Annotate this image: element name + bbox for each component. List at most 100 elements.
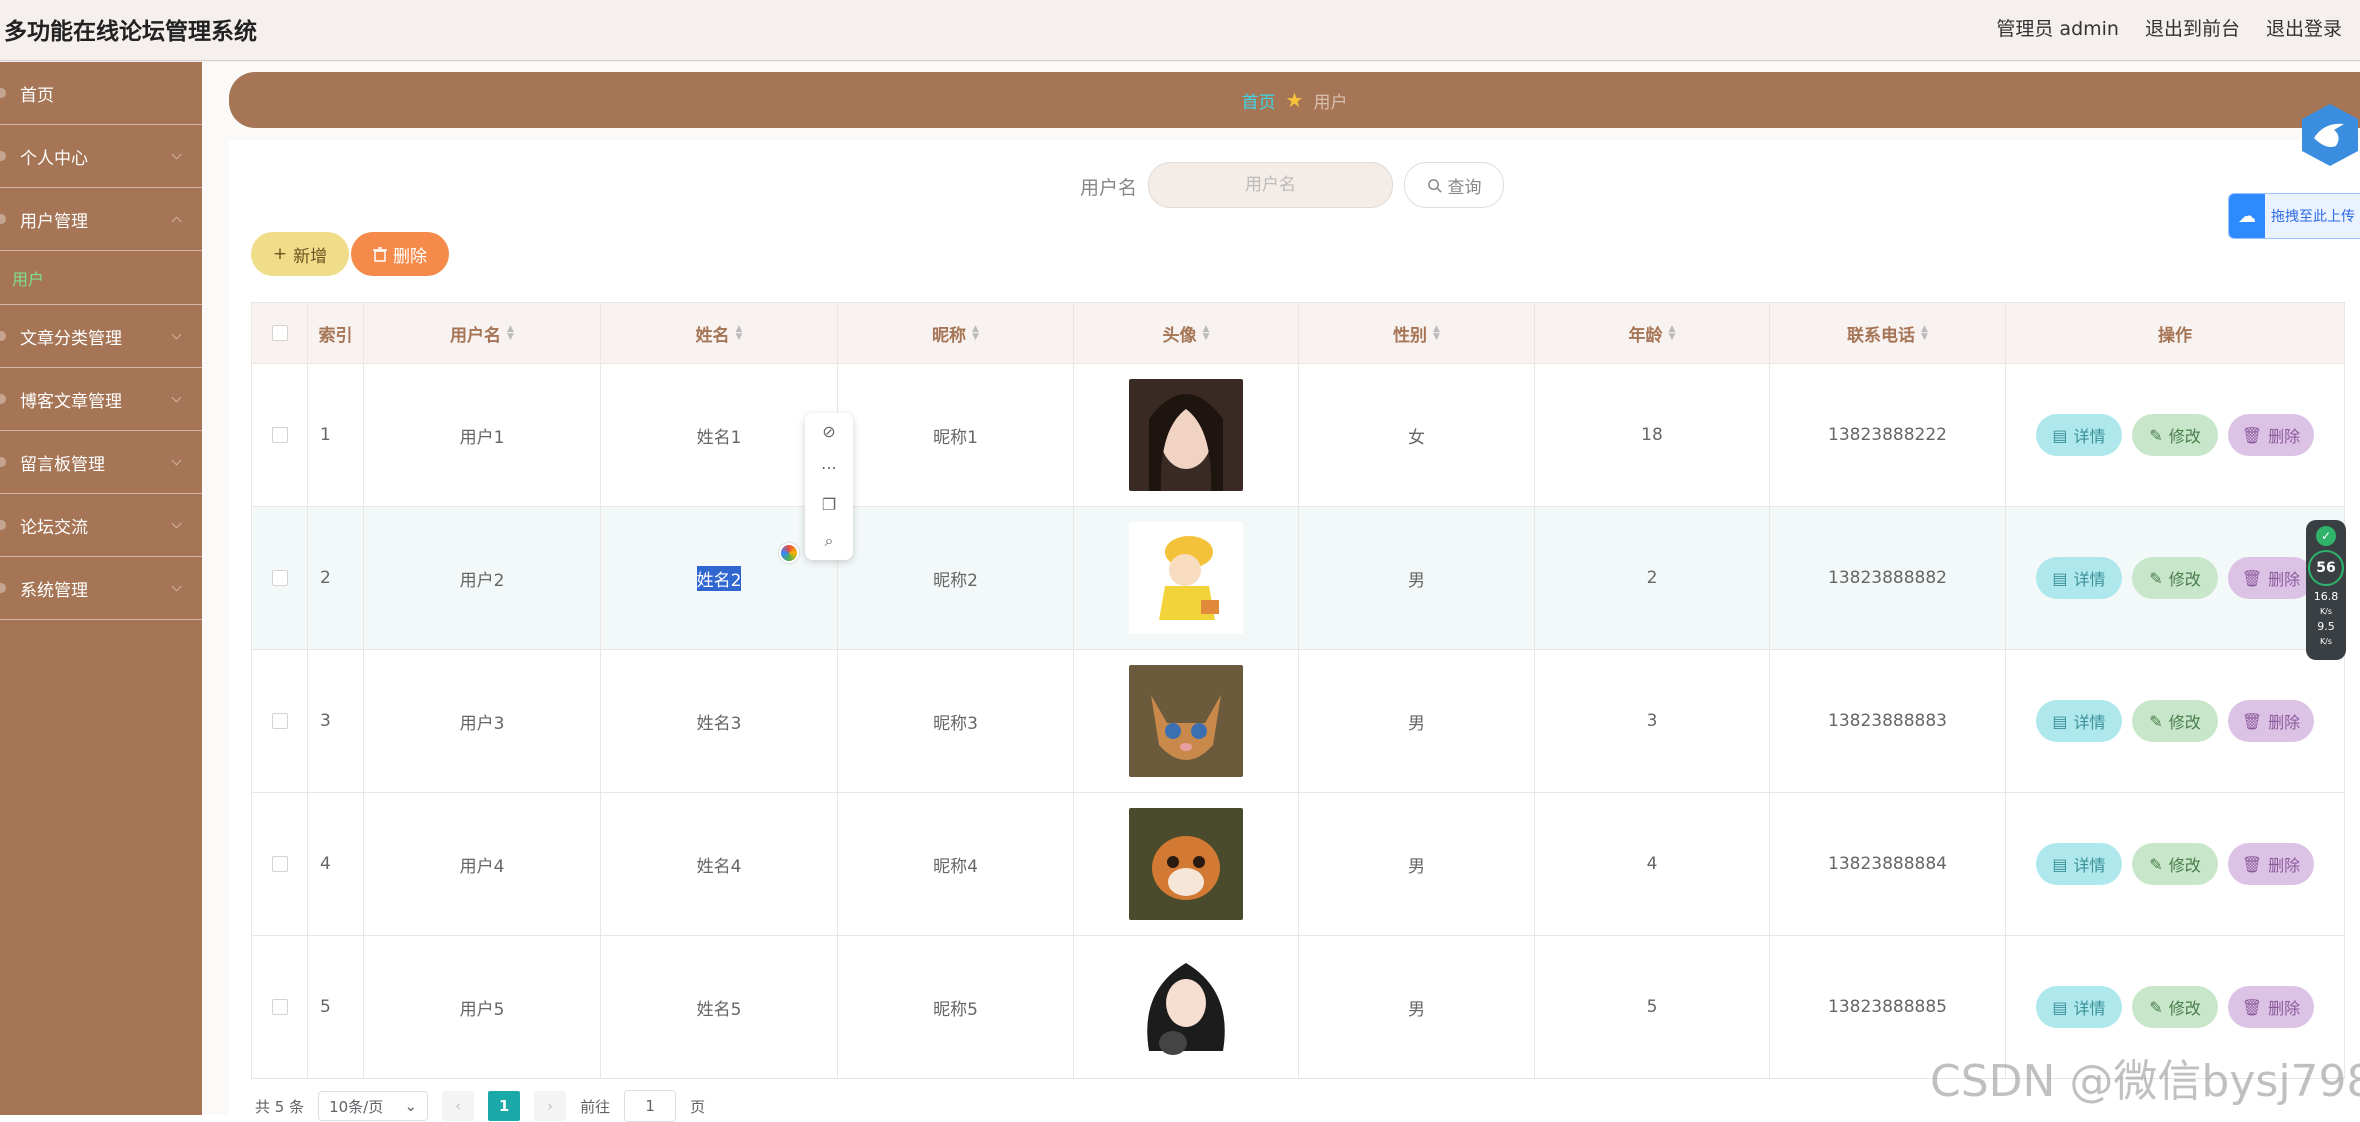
row-index: 3	[308, 650, 364, 792]
table-row: 1 用户1 姓名1 昵称1 女 18 13823888222 ▤ 详情 ✎ 修改 🗑…	[252, 364, 2344, 507]
more-icon[interactable]: ⋯	[821, 458, 837, 477]
home-icon	[0, 88, 6, 98]
detail-button[interactable]: ▤ 详情	[2036, 414, 2122, 456]
cloud-upload-widget[interactable]: ☁ 拖拽至此上传	[2228, 193, 2360, 239]
table-row: 4 用户4 姓名4 昵称4 男 4 13823888884 ▤ 详情 ✎ 修改 🗑 删…	[252, 793, 2344, 936]
detail-button[interactable]: ▤ 详情	[2036, 700, 2122, 742]
batch-delete-button[interactable]: 删除	[351, 232, 449, 276]
copy-icon[interactable]: ❐	[822, 495, 836, 514]
category-icon	[0, 331, 6, 341]
trash-icon: 🗑	[2241, 854, 2263, 874]
row-gender: 男	[1299, 936, 1535, 1078]
goto-front-link[interactable]: 退出到前台	[2145, 14, 2240, 41]
sidebar-subitem-users[interactable]: 用户	[0, 251, 202, 305]
forum-icon	[0, 520, 6, 530]
trash-icon: 🗑	[2241, 711, 2263, 731]
page-number-current[interactable]: 1	[488, 1091, 521, 1121]
trash-icon: 🗑	[2241, 568, 2263, 588]
row-gender: 男	[1299, 793, 1535, 935]
row-checkbox[interactable]	[271, 713, 288, 729]
prev-page-button[interactable]: ‹	[442, 1091, 475, 1121]
goto-page-input[interactable]: 1	[624, 1090, 677, 1122]
row-phone: 13823888883	[1770, 650, 2006, 792]
upload-speed: 16.8	[2313, 590, 2339, 603]
sidebar-item-system[interactable]: 系统管理	[0, 557, 202, 620]
hide-icon[interactable]: ⊘	[822, 422, 835, 441]
search-icon[interactable]: ⌕	[825, 531, 834, 551]
delete-button[interactable]: 🗑 删除	[2228, 414, 2314, 456]
row-checkbox[interactable]	[271, 856, 288, 872]
page-size-select[interactable]: 10条/页 ⌄	[318, 1091, 429, 1121]
sort-icon[interactable]: ▲ ▼	[1433, 325, 1440, 342]
sidebar-item-home[interactable]: 首页	[0, 62, 202, 125]
avatar	[1129, 665, 1243, 777]
network-speed-widget[interactable]: ✓ 56 16.8 K/s 9.5 K/s	[2306, 520, 2346, 660]
header-username[interactable]: 用户名 ▲ ▼	[364, 303, 601, 363]
row-age: 5	[1535, 936, 1770, 1078]
header-age[interactable]: 年龄 ▲ ▼	[1535, 303, 1770, 363]
row-checkbox[interactable]	[271, 427, 288, 443]
sidebar-item-blog-articles[interactable]: 博客文章管理	[0, 368, 202, 431]
header-nickname[interactable]: 昵称 ▲ ▼	[838, 303, 1074, 363]
sidebar-item-profile[interactable]: 个人中心	[0, 125, 202, 188]
goto-suffix: 页	[690, 1097, 706, 1116]
color-picker-icon[interactable]	[779, 543, 799, 563]
row-age: 18	[1535, 364, 1770, 506]
sidebar-item-article-category[interactable]: 文章分类管理	[0, 305, 202, 368]
detail-button[interactable]: ▤ 详情	[2036, 557, 2122, 599]
delete-button[interactable]: 🗑 删除	[2228, 843, 2314, 885]
row-avatar-cell	[1074, 507, 1299, 649]
select-all-checkbox[interactable]	[271, 325, 288, 341]
row-avatar-cell	[1074, 650, 1299, 792]
row-checkbox[interactable]	[271, 999, 288, 1015]
delete-button[interactable]: 🗑 删除	[2228, 700, 2314, 742]
search-button[interactable]: 查询	[1404, 162, 1504, 208]
logout-link[interactable]: 退出登录	[2266, 14, 2342, 41]
row-name: 姓名2	[696, 565, 742, 591]
row-operations: ▤ 详情 ✎ 修改 🗑 删除	[2006, 793, 2344, 935]
sort-icon[interactable]: ▲ ▼	[972, 325, 979, 342]
header-avatar[interactable]: 头像 ▲ ▼	[1074, 303, 1299, 363]
message-icon	[0, 457, 6, 467]
edit-button[interactable]: ✎ 修改	[2132, 414, 2218, 456]
bird-logo-icon[interactable]	[2300, 102, 2360, 168]
chevron-down-icon	[171, 392, 182, 403]
sort-icon[interactable]: ▲ ▼	[507, 325, 514, 342]
edit-button[interactable]: ✎ 修改	[2132, 700, 2218, 742]
header-name[interactable]: 姓名 ▲ ▼	[601, 303, 838, 363]
row-operations: ▤ 详情 ✎ 修改 🗑 删除	[2006, 507, 2344, 649]
username-search-input[interactable]: 用户名	[1148, 162, 1393, 208]
document-icon: ▤	[2052, 425, 2068, 445]
delete-button[interactable]: 🗑 删除	[2228, 557, 2314, 599]
row-phone: 13823888222	[1770, 364, 2006, 506]
sidebar-item-guestbook[interactable]: 留言板管理	[0, 431, 202, 494]
detail-button[interactable]: ▤ 详情	[2036, 843, 2122, 885]
edit-button[interactable]: ✎ 修改	[2132, 557, 2218, 599]
row-phone: 13823888884	[1770, 793, 2006, 935]
next-page-button[interactable]: ›	[534, 1091, 567, 1121]
sidebar-item-forum[interactable]: 论坛交流	[0, 494, 202, 557]
watermark: CSDN @微信bysj798	[1930, 1056, 2360, 1107]
header-gender[interactable]: 性别 ▲ ▼	[1299, 303, 1535, 363]
users-table: 索引 用户名 ▲ ▼ 姓名 ▲ ▼ 昵称 ▲ ▼ 头像 ▲ ▼ 性别 ▲ ▼ 年龄 ▲ ▼ 联系电话 ▲ ▼…	[251, 302, 2345, 1079]
table-row: 2 用户2 姓名2 昵称2 男 2 13823888882 ▤ 详情 ✎ 修改 🗑 删…	[252, 507, 2344, 650]
edit-button[interactable]: ✎ 修改	[2132, 986, 2218, 1028]
detail-button[interactable]: ▤ 详情	[2036, 986, 2122, 1028]
sort-icon[interactable]: ▲ ▼	[1921, 325, 1928, 342]
top-nav: 管理员 admin 退出到前台 退出登录	[1996, 14, 2342, 41]
row-checkbox[interactable]	[271, 570, 288, 586]
delete-button[interactable]: 🗑 删除	[2228, 986, 2314, 1028]
sort-icon[interactable]: ▲ ▼	[1203, 325, 1210, 342]
memory-percent: 56	[2308, 550, 2344, 586]
sort-icon[interactable]: ▲ ▼	[1669, 325, 1676, 342]
chevron-down-icon	[171, 518, 182, 529]
chevron-up-icon	[171, 216, 182, 227]
add-button[interactable]: + 新增	[251, 232, 349, 276]
breadcrumb-home[interactable]: 首页	[1242, 88, 1276, 113]
edit-button[interactable]: ✎ 修改	[2132, 843, 2218, 885]
sidebar-item-user-management[interactable]: 用户管理	[0, 188, 202, 251]
sort-icon[interactable]: ▲ ▼	[736, 325, 743, 342]
cloud-icon: ☁	[2229, 194, 2265, 238]
header-index: 索引	[308, 303, 364, 363]
header-phone[interactable]: 联系电话 ▲ ▼	[1770, 303, 2006, 363]
